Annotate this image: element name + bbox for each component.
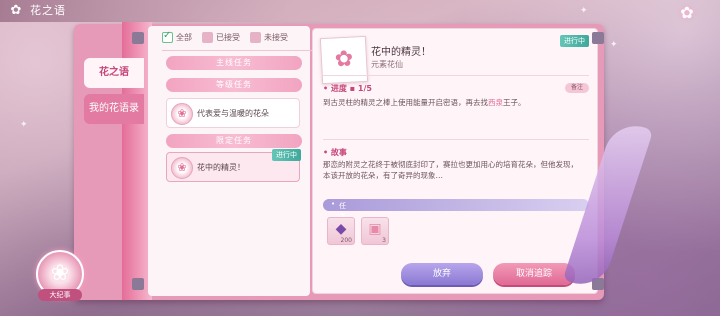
status-badge: 进行中 bbox=[272, 149, 301, 161]
remark-button[interactable]: 备注 bbox=[564, 83, 589, 93]
task-detail-card: ✿ 花中的精灵！ 元素花仙 进行中 • 进度 ▪ 1/5 备注 到古灵柱的精灵之… bbox=[312, 28, 598, 294]
status-badge: 进行中 bbox=[560, 35, 589, 47]
flower-avatar-icon: ❀ bbox=[171, 157, 193, 179]
story-text: 那恋的附灵之花终于被彻底封印了，赛拉也更加用心的培育花朵，但他发现，本该开放的花… bbox=[323, 160, 578, 180]
filter-all[interactable]: 全部 bbox=[162, 30, 192, 43]
section-header-limited[interactable]: 限定任务 bbox=[166, 134, 302, 148]
sparkle-icon: ✦ bbox=[580, 6, 588, 16]
task-item[interactable]: ❀ 代表爱与温暖的花朵 bbox=[166, 98, 300, 128]
section-header-level[interactable]: 等级任务 bbox=[166, 78, 302, 92]
abandon-button[interactable]: 放弃 bbox=[401, 263, 483, 285]
book-clip bbox=[132, 278, 144, 290]
divider bbox=[323, 139, 589, 140]
detail-title: 花中的精灵！ bbox=[371, 47, 431, 58]
checkbox-icon bbox=[162, 30, 173, 43]
flower-icon[interactable]: ✿ bbox=[676, 2, 698, 24]
book-icon: ✿ bbox=[10, 3, 22, 18]
task-list-panel: 全部 已接受 未接受 主线任务 等级任务 ❀ 代表爱与温暖的花朵 限定任务 ❀ … bbox=[148, 26, 312, 296]
section-header-main[interactable]: 主线任务 bbox=[166, 56, 302, 70]
character-photo: ✿ bbox=[319, 35, 369, 85]
tab-flower-language[interactable]: 花之语 bbox=[84, 58, 144, 88]
reward-label: • 任务奖励 bbox=[331, 200, 346, 240]
top-bar: ✿ 花之语 bbox=[0, 0, 720, 22]
story-label: • 故事 bbox=[323, 148, 347, 157]
divider bbox=[162, 50, 312, 51]
task-item-selected[interactable]: ❀ 花中的精灵！ 进行中 bbox=[166, 149, 301, 182]
tab-my-flower-records[interactable]: 我的花语录 bbox=[84, 94, 144, 124]
filter-not-accepted[interactable]: 未接受 bbox=[250, 32, 288, 43]
cancel-tracking-button[interactable]: 取消追踪 bbox=[493, 263, 575, 285]
checkbox-icon bbox=[250, 32, 261, 43]
filter-accepted[interactable]: 已接受 bbox=[202, 32, 240, 43]
progress-label: • 进度 ▪ 1/5 bbox=[323, 84, 372, 93]
sparkle-icon: ✦ bbox=[610, 40, 618, 50]
reward-item[interactable]: ▣ 3 bbox=[361, 217, 389, 245]
progress-description: 到古灵柱的精灵之棒上使用能量开启密语，再去找西泉王子。 bbox=[323, 98, 526, 107]
filter-group: 全部 已接受 未接受 bbox=[162, 30, 288, 43]
checkbox-icon bbox=[202, 32, 213, 43]
book-clip bbox=[592, 32, 604, 44]
flower-spirit-icon: ✿ bbox=[334, 46, 354, 73]
book-clip bbox=[132, 32, 144, 44]
reward-item[interactable]: ◆ 200 bbox=[327, 217, 355, 245]
divider bbox=[323, 75, 589, 76]
sparkle-icon: ✦ bbox=[20, 120, 28, 130]
page-title: 花之语 bbox=[30, 4, 66, 17]
detail-subtitle: 元素花仙 bbox=[371, 60, 403, 69]
flower-avatar-icon: ❀ bbox=[171, 103, 193, 125]
storybook-label[interactable]: 大纪事 bbox=[38, 289, 82, 301]
reward-header: • 任务奖励 bbox=[323, 199, 589, 240]
